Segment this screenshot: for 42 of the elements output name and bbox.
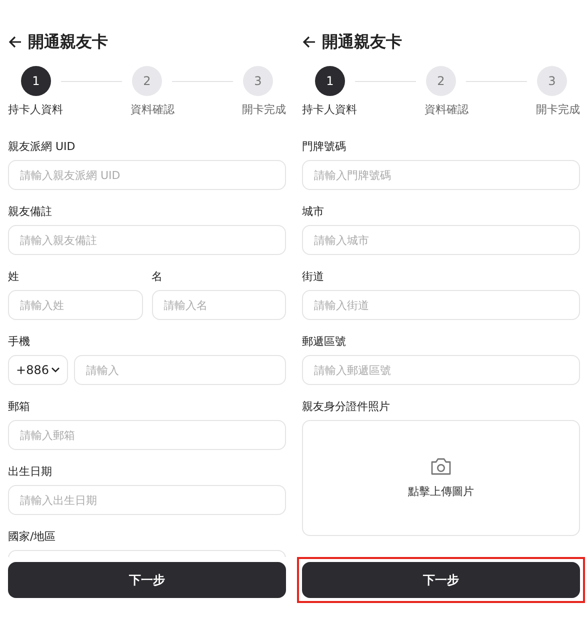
input-field[interactable]: 請輸入親友備註 [8, 225, 286, 255]
field-label: 郵遞區號 [302, 334, 347, 349]
field-label: 出生日期 [8, 464, 53, 479]
step-circle: 1 [21, 66, 51, 96]
field-label: 手機 [8, 334, 31, 349]
step-circle: 3 [243, 66, 273, 96]
step-label: 開卡完成 [242, 102, 286, 117]
step-circle: 1 [315, 66, 345, 96]
page-title: 開通親友卡 [322, 32, 402, 52]
country-code-dropdown[interactable]: +886 [8, 355, 68, 385]
next-button[interactable]: 下一步 [302, 562, 580, 598]
input-field[interactable]: 請輸入姓 [8, 290, 142, 320]
input-field[interactable]: 請輸入親友派網 UID [8, 160, 286, 190]
page-title: 開通親友卡 [28, 32, 108, 52]
field-label: 街道 [302, 269, 325, 284]
input-field[interactable]: 請輸入 [74, 355, 286, 385]
input-field[interactable]: 請輸入門牌號碼 [302, 160, 580, 190]
input-field[interactable]: 請輸入出生日期 [8, 485, 286, 515]
field-label: 郵箱 [8, 399, 31, 414]
input-field[interactable]: 請輸入街道 [302, 290, 580, 320]
next-button[interactable]: 下一步 [8, 562, 286, 598]
step-label: 開卡完成 [536, 102, 580, 117]
field-label: 名 [152, 269, 164, 284]
field-label: 門牌號碼 [302, 139, 347, 154]
step-label: 資料確認 [130, 102, 174, 117]
step-circle: 2 [426, 66, 456, 96]
input-field[interactable]: 請輸入郵遞區號 [302, 355, 580, 385]
input-field[interactable]: 請輸入名 [152, 290, 286, 320]
input-field[interactable]: 請輸入郵箱 [8, 420, 286, 450]
upload-area[interactable]: 點擊上傳圖片 [302, 420, 580, 536]
field-label: 親友派網 UID [8, 139, 76, 154]
step-circle: 2 [132, 66, 162, 96]
field-label: 親友身分證件照片 [302, 399, 391, 414]
input-field[interactable]: 請輸入城市 [302, 225, 580, 255]
field-label: 城市 [302, 204, 325, 219]
field-label: 姓 [8, 269, 20, 284]
field-label: 國家/地區 [8, 529, 57, 544]
step-label: 持卡人資料 [302, 102, 357, 117]
step-label: 持卡人資料 [8, 102, 63, 117]
step-label: 資料確認 [424, 102, 468, 117]
step-circle: 3 [537, 66, 567, 96]
field-label: 親友備註 [8, 204, 53, 219]
